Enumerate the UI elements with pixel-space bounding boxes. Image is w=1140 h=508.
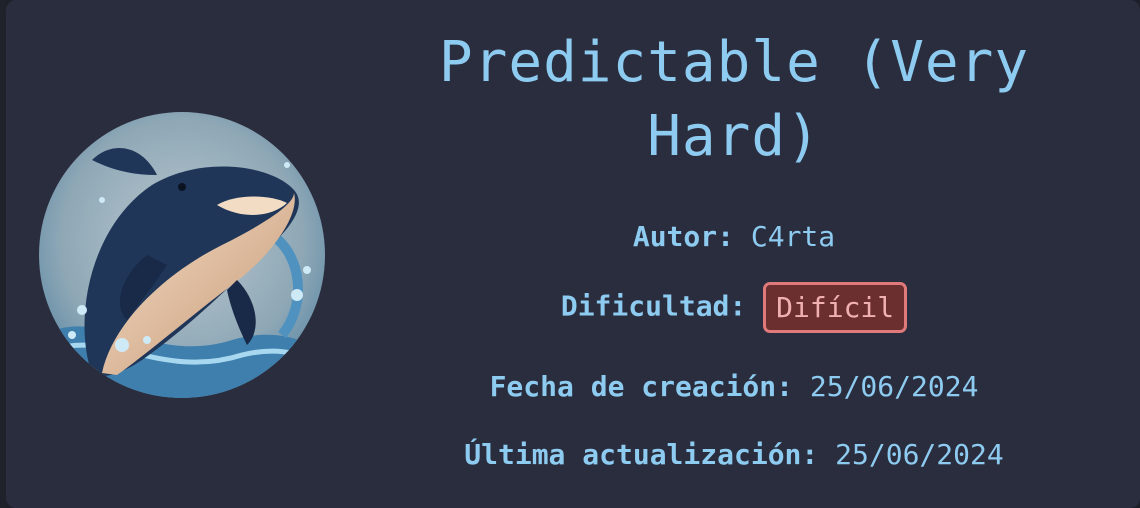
difficulty-row: Dificultad: Difícil xyxy=(404,282,1064,333)
updated-row: Última actualización: 25/06/2024 xyxy=(404,438,1064,471)
author-value: C4rta xyxy=(750,220,836,253)
difficulty-badge: Difícil xyxy=(763,282,908,333)
updated-value: 25/06/2024 xyxy=(835,438,1004,471)
created-label: Fecha de creación: xyxy=(489,370,793,403)
difficulty-label: Dificultad: xyxy=(560,289,747,323)
machine-card: Predictable (Very Hard) Autor: C4rta Dif… xyxy=(6,0,1140,508)
machine-avatar xyxy=(32,105,332,405)
author-row: Autor: C4rta xyxy=(404,220,1064,253)
created-row: Fecha de creación: 25/06/2024 xyxy=(404,370,1064,403)
updated-label: Última actualización: xyxy=(464,438,819,471)
author-label: Autor: xyxy=(632,220,734,253)
created-value: 25/06/2024 xyxy=(809,370,979,403)
orca-icon xyxy=(39,112,325,398)
